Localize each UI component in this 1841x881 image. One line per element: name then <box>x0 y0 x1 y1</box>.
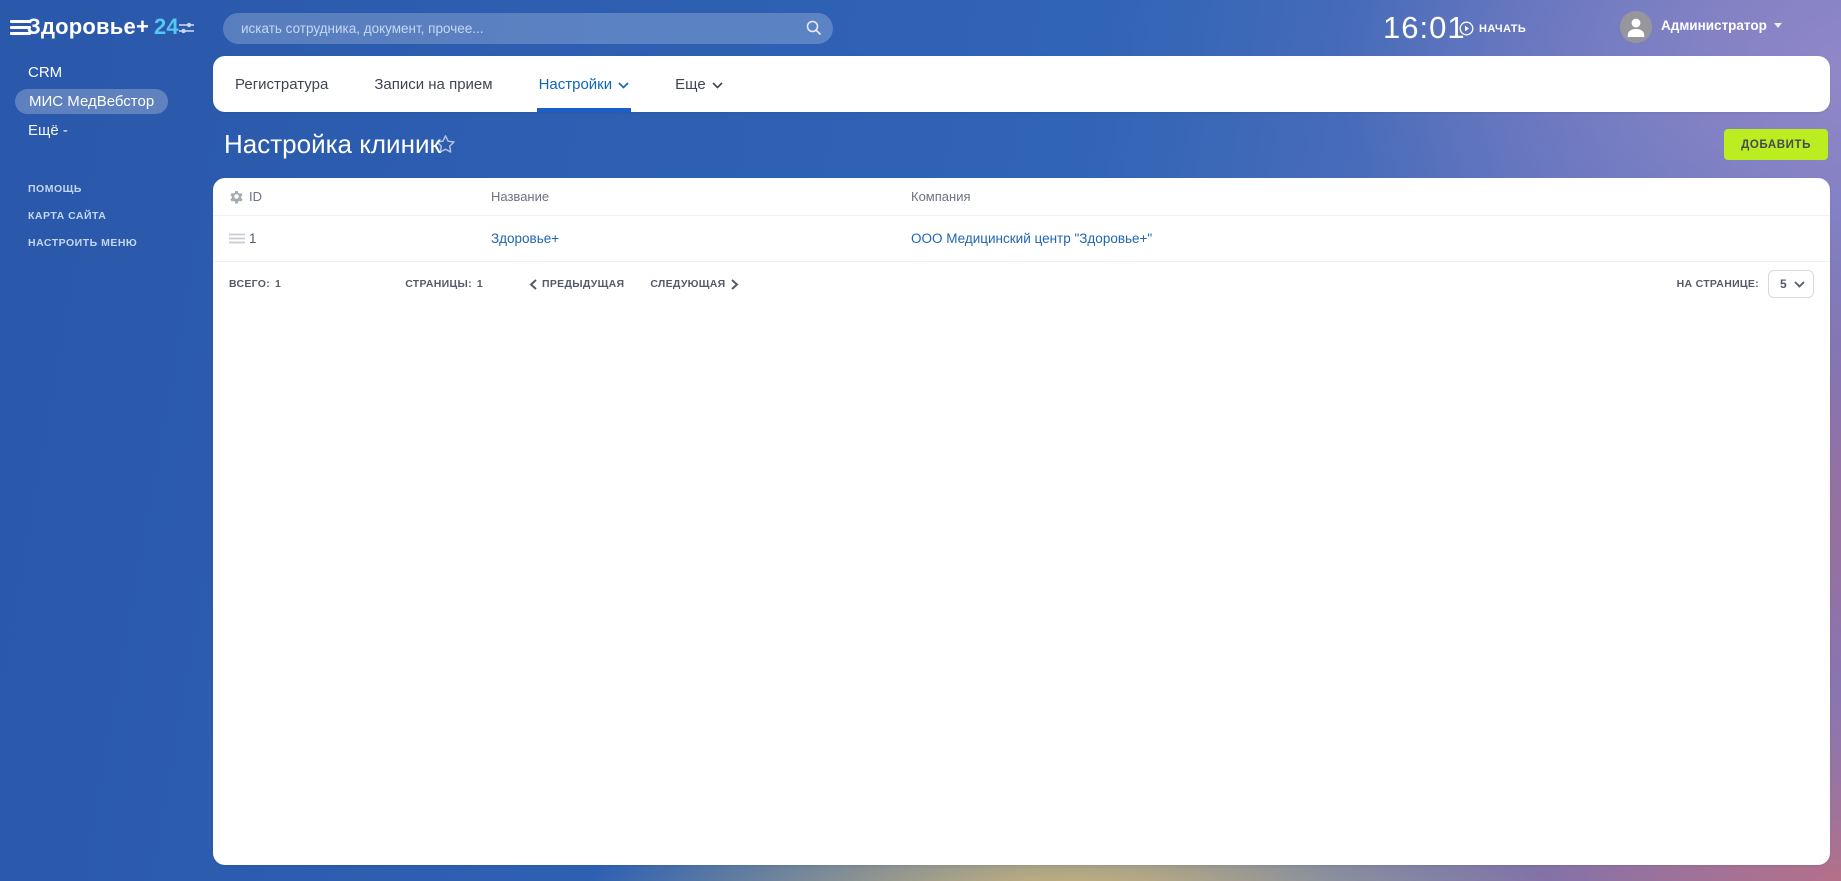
tab-registratura[interactable]: Регистратура <box>235 56 328 112</box>
search-input[interactable] <box>241 13 781 44</box>
prev-label: ПРЕДЫДУЩАЯ <box>542 278 625 290</box>
pagination-total: ВСЕГО: 1 <box>229 278 281 290</box>
start-workday-label: НАЧАТЬ <box>1479 22 1527 35</box>
cell-name-link[interactable]: Здоровье+ <box>491 231 911 246</box>
chevron-right-icon <box>730 278 739 290</box>
user-name: Администратор <box>1661 18 1767 33</box>
pagination-next-button[interactable]: СЛЕДУЮЩАЯ <box>650 278 739 290</box>
tab-more[interactable]: Еще <box>675 56 723 112</box>
page-title-row: Настройка клиник ДОБАВИТЬ <box>213 112 1830 178</box>
user-avatar[interactable] <box>1620 11 1652 43</box>
search-icon[interactable] <box>805 19 823 37</box>
tab-label: Регистратура <box>235 75 329 93</box>
per-page-select[interactable]: 5 <box>1768 270 1814 298</box>
chevron-down-icon <box>712 81 723 89</box>
main-content: Регистратура Записи на прием Настройки Е… <box>213 56 1830 865</box>
cell-id: 1 <box>249 231 257 246</box>
sidebar-item-mis-medvebstor[interactable]: МИС МедВебстор <box>15 89 169 114</box>
sidebar-configure-menu-link[interactable]: НАСТРОИТЬ МЕНЮ <box>28 237 137 249</box>
settings-slider-icon[interactable] <box>178 21 195 35</box>
clinics-grid-panel: ID Название Компания 1 Здоровье+ ООО Мед… <box>213 178 1830 865</box>
pagination-bar: ВСЕГО: 1 СТРАНИЦЫ: 1 ПРЕДЫДУЩАЯ СЛЕДУЮЩА… <box>213 262 1830 306</box>
pagination-prev-button[interactable]: ПРЕДЫДУЩАЯ <box>529 278 624 290</box>
per-page-value: 5 <box>1780 277 1787 291</box>
tab-label: Настройки <box>538 75 613 93</box>
logo-suffix: 24 <box>154 14 179 39</box>
column-header-name[interactable]: Название <box>491 189 911 204</box>
person-icon <box>1620 11 1652 43</box>
row-drag-handle-icon[interactable] <box>229 233 249 244</box>
sidebar-sitemap-link[interactable]: КАРТА САЙТА <box>28 210 106 222</box>
per-page-label: НА СТРАНИЦЕ: <box>1676 278 1759 290</box>
logo-text: Здоровье+ <box>27 14 149 39</box>
app-logo[interactable]: Здоровье+ 24 <box>27 14 179 40</box>
sidebar-item-crm[interactable]: CRM <box>28 64 62 81</box>
section-tabbar: Регистратура Записи на прием Настройки Е… <box>213 56 1830 112</box>
column-header-id[interactable]: ID <box>249 189 491 204</box>
grid-header-row: ID Название Компания <box>213 178 1830 216</box>
chevron-down-icon <box>1773 23 1782 28</box>
page-title: Настройка клиник <box>224 129 441 159</box>
total-value: 1 <box>275 278 282 290</box>
global-search <box>223 13 833 44</box>
pagination-pages: СТРАНИЦЫ: 1 <box>405 278 483 290</box>
start-workday-button[interactable]: НАЧАТЬ <box>1459 21 1526 36</box>
per-page-control: НА СТРАНИЦЕ: 5 <box>1677 270 1814 298</box>
tab-label: Записи на прием <box>374 75 493 93</box>
sidebar-help-link[interactable]: ПОМОЩЬ <box>28 183 82 195</box>
favorite-star-icon[interactable] <box>435 134 456 154</box>
tab-nastroyki[interactable]: Настройки <box>536 56 631 112</box>
table-row: 1 Здоровье+ ООО Медицинский центр "Здоро… <box>213 216 1830 262</box>
chevron-down-icon <box>618 81 629 89</box>
pages-value: 1 <box>476 278 484 290</box>
tab-label: Еще <box>675 75 706 93</box>
next-label: СЛЕДУЮЩАЯ <box>650 278 726 290</box>
total-label: ВСЕГО: <box>229 278 271 290</box>
app-header: Здоровье+24 16:01 НАЧАТЬ <box>0 0 1841 56</box>
user-menu[interactable]: Администратор <box>1661 18 1782 33</box>
work-clock: 16:01 <box>1383 10 1466 45</box>
add-button[interactable]: ДОБАВИТЬ <box>1724 129 1828 160</box>
pages-label: СТРАНИЦЫ: <box>405 278 472 290</box>
column-header-company[interactable]: Компания <box>911 189 1814 204</box>
chevron-down-icon <box>1794 280 1805 288</box>
chevron-left-icon <box>529 278 537 290</box>
grid-settings-gear-icon[interactable] <box>229 189 249 204</box>
cell-company-link[interactable]: ООО Медицинский центр "Здоровье+" <box>911 231 1814 246</box>
sidebar-item-more[interactable]: Ещё - <box>28 122 68 139</box>
play-circle-icon <box>1459 21 1474 36</box>
tab-zapisi-na-priem[interactable]: Записи на прием <box>374 56 492 112</box>
